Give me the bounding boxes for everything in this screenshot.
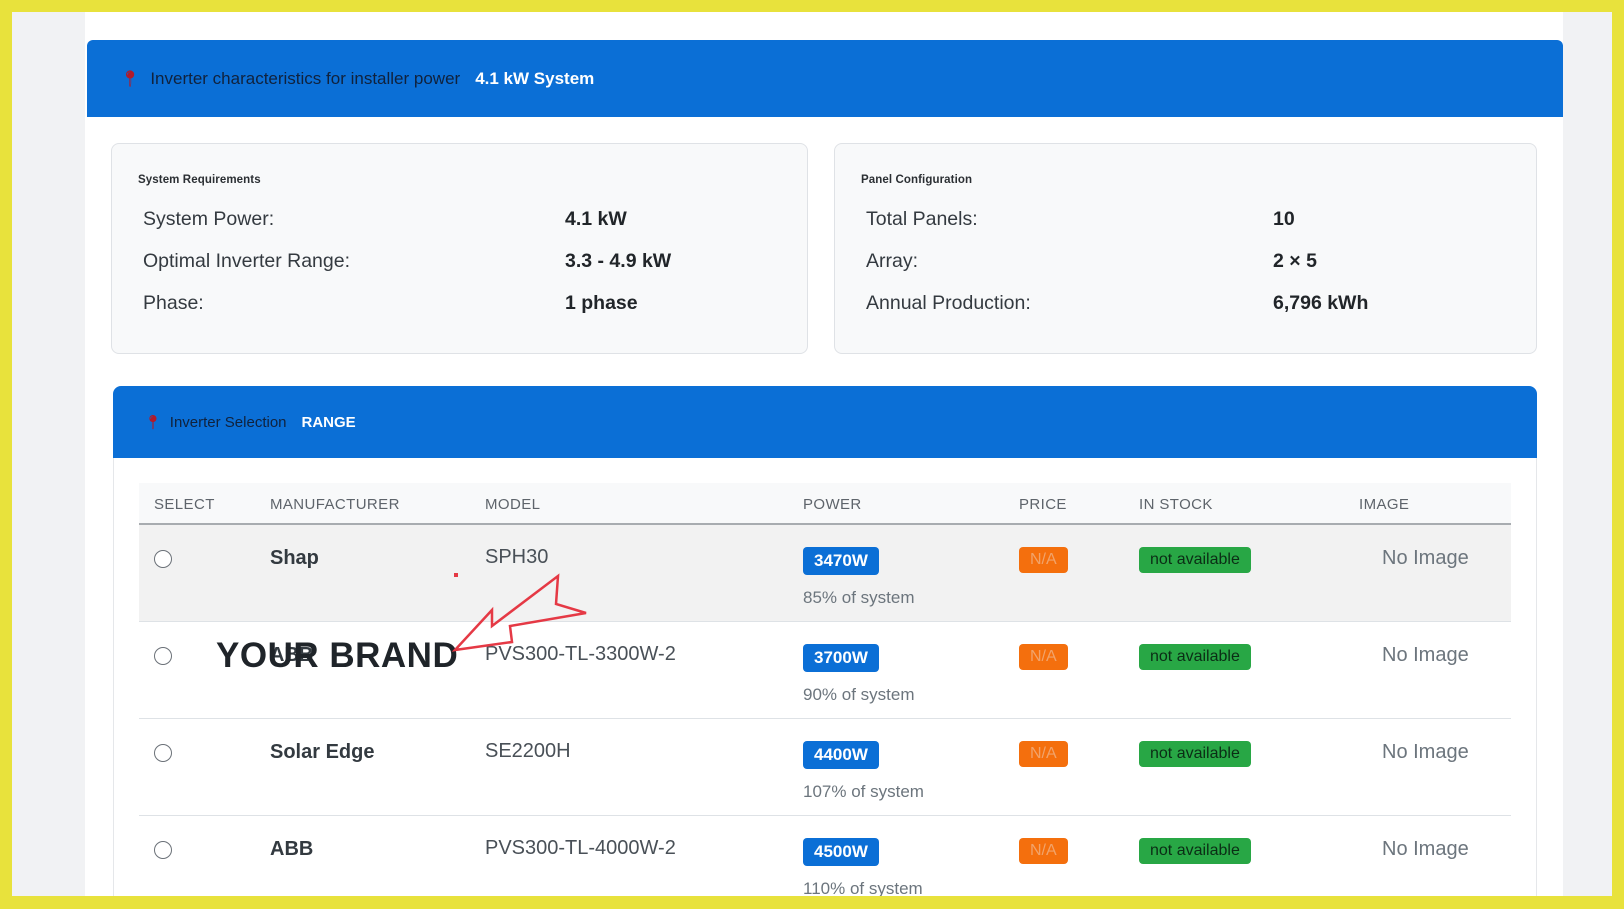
table-row[interactable]: Shap SPH30 3470W 85% of system N/A not a… [139, 525, 1511, 622]
select-radio[interactable] [154, 647, 172, 665]
power-percent: 90% of system [803, 685, 915, 704]
table-row[interactable]: ABB PVS300-TL-4000W-2 4500W 110% of syst… [139, 816, 1511, 909]
info-row-system-power: System Power: 4.1 kW [138, 198, 777, 240]
stock-badge: not available [1139, 547, 1251, 573]
info-key: Optimal Inverter Range: [143, 249, 351, 272]
power-badge: 4500W [803, 838, 879, 866]
manufacturer-cell: ABB [270, 838, 314, 860]
power-percent: 107% of system [803, 782, 924, 801]
col-image: IMAGE [1359, 496, 1410, 513]
table-row[interactable]: Solar Edge SE2200H 4400W 107% of system … [139, 719, 1511, 816]
col-model: MODEL [485, 496, 541, 513]
power-badge: 3700W [803, 644, 879, 672]
price-badge: N/A [1019, 838, 1068, 864]
info-value: 10 [1273, 207, 1295, 230]
selection-label: Inverter Selection [169, 413, 287, 431]
inverter-characteristics-header: 📍︎ Inverter characteristics for installe… [87, 40, 1563, 117]
info-value: 6,796 kWh [1273, 291, 1369, 314]
pin-icon: 📍︎ [120, 70, 141, 88]
price-badge: N/A [1019, 644, 1068, 670]
header-label: Inverter characteristics for installer p… [150, 68, 461, 88]
header-system-value: 4.1 kW System [475, 68, 595, 88]
pin-icon: 📍︎ [144, 413, 162, 430]
image-cell: No Image [1382, 741, 1469, 763]
power-badge: 3470W [803, 547, 879, 575]
select-radio[interactable] [154, 841, 172, 859]
selection-range-value: RANGE [301, 413, 356, 431]
info-key: Phase: [143, 291, 204, 314]
inverter-selection-header: 📍︎ Inverter Selection RANGE [113, 386, 1537, 458]
power-badge: 4400W [803, 741, 879, 769]
system-requirements-title: System Requirements [138, 174, 261, 186]
col-manufacturer: MANUFACTURER [270, 496, 400, 513]
your-brand-overlay: YOUR BRAND [216, 636, 459, 675]
panel-configuration-box: Panel Configuration Total Panels: 10 Arr… [834, 143, 1537, 354]
table-header: SELECT MANUFACTURER MODEL POWER PRICE IN… [139, 483, 1511, 525]
info-key: Array: [866, 249, 919, 272]
model-cell: SPH30 [485, 546, 549, 568]
model-cell: SE2200H [485, 740, 571, 762]
image-cell: No Image [1382, 547, 1469, 569]
price-badge: N/A [1019, 741, 1068, 767]
info-key: Total Panels: [866, 207, 978, 230]
manufacturer-cell: Solar Edge [270, 741, 375, 763]
info-value: 1 phase [565, 291, 638, 314]
col-price: PRICE [1019, 496, 1067, 513]
price-badge: N/A [1019, 547, 1068, 573]
select-radio[interactable] [154, 550, 172, 568]
inverter-table: SELECT MANUFACTURER MODEL POWER PRICE IN… [139, 483, 1511, 909]
info-value: 3.3 - 4.9 kW [565, 249, 672, 272]
select-radio[interactable] [154, 744, 172, 762]
image-cell: No Image [1382, 838, 1469, 860]
panel-configuration-title: Panel Configuration [861, 174, 973, 186]
stock-badge: not available [1139, 838, 1251, 864]
info-value: 2 × 5 [1273, 249, 1317, 272]
col-select: SELECT [154, 496, 215, 513]
stock-badge: not available [1139, 644, 1251, 670]
info-row-optimal-range: Optimal Inverter Range: 3.3 - 4.9 kW [138, 240, 777, 282]
col-in-stock: IN STOCK [1139, 496, 1213, 513]
image-cell: No Image [1382, 644, 1469, 666]
power-percent: 85% of system [803, 588, 915, 607]
info-row-array: Array: 2 × 5 [861, 240, 1506, 282]
info-row-total-panels: Total Panels: 10 [861, 198, 1506, 240]
model-cell: PVS300-TL-4000W-2 [485, 837, 676, 859]
stock-badge: not available [1139, 741, 1251, 767]
info-key: System Power: [143, 207, 275, 230]
system-requirements-box: System Requirements System Power: 4.1 kW… [111, 143, 808, 354]
col-power: POWER [803, 496, 862, 513]
info-value: 4.1 kW [565, 207, 627, 230]
arrow-outline [451, 573, 587, 652]
info-key: Annual Production: [866, 291, 1031, 314]
red-arrow-icon [451, 573, 587, 652]
power-percent: 110% of system [803, 879, 923, 898]
info-row-annual-production: Annual Production: 6,796 kWh [861, 282, 1506, 324]
info-row-phase: Phase: 1 phase [138, 282, 777, 324]
manufacturer-cell: Shap [270, 547, 319, 569]
